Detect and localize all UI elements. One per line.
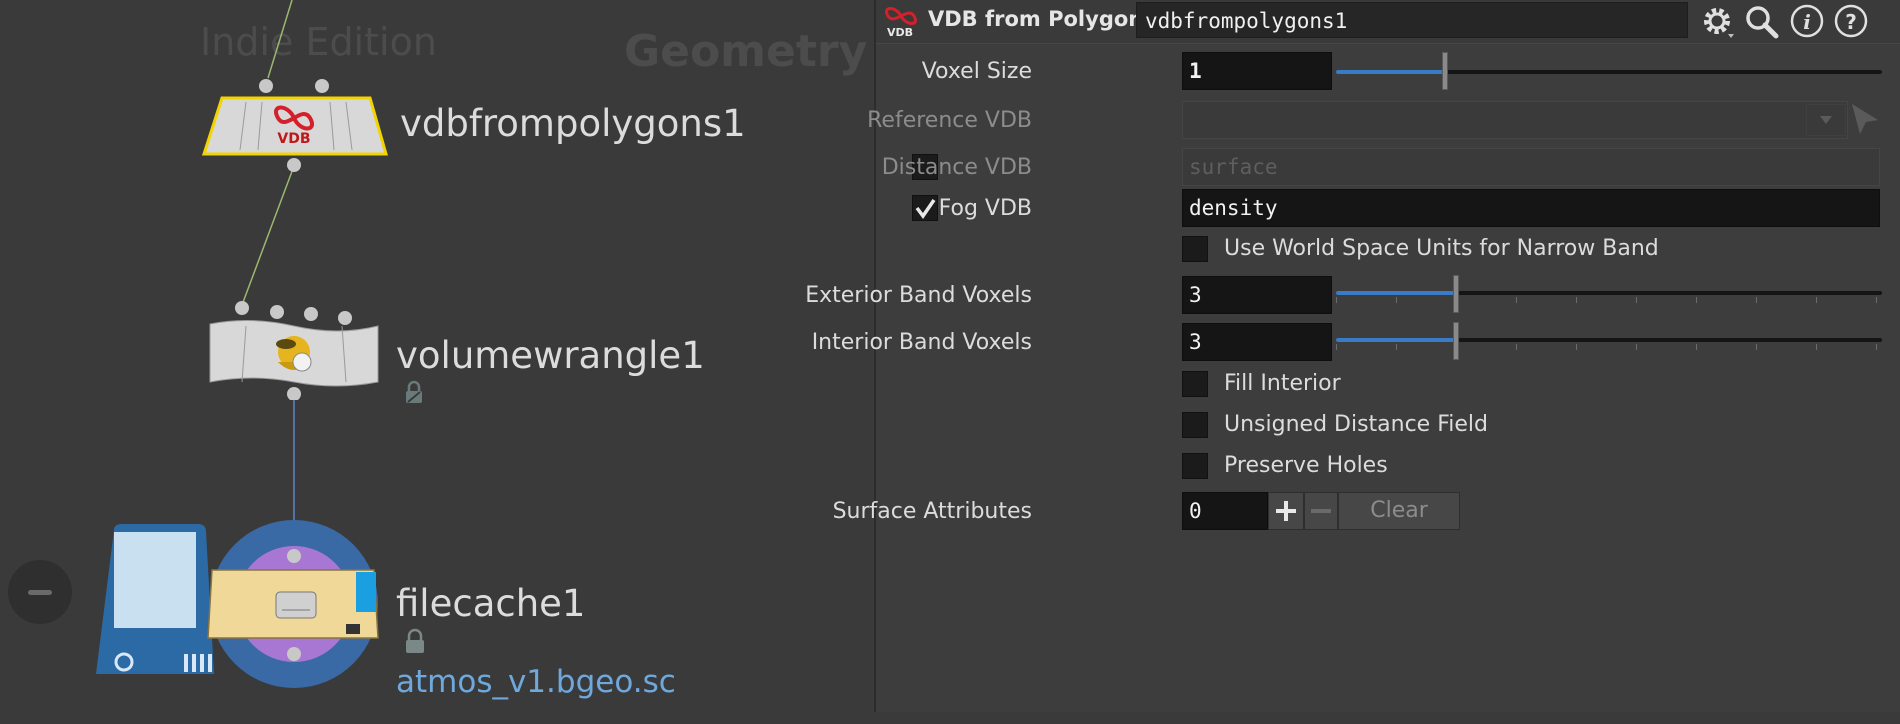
node-label-volumewrangle1: volumewrangle1	[396, 334, 705, 377]
interior-band-slider[interactable]	[1336, 322, 1882, 360]
fog-vdb-label: Fog VDB	[938, 196, 1032, 221]
voxel-size-label: Voxel Size	[921, 59, 1032, 84]
add-attribute-button[interactable]	[1268, 492, 1304, 530]
surface-attributes-label: Surface Attributes	[832, 499, 1032, 524]
file-path-link[interactable]: atmos_v1.bgeo.sc	[396, 664, 676, 700]
fill-interior-label: Fill Interior	[1224, 371, 1341, 396]
input-connector	[259, 79, 273, 93]
world-space-label: Use World Space Units for Narrow Band	[1224, 236, 1659, 261]
fill-interior-checkbox[interactable]	[1182, 371, 1208, 397]
plus-icon	[1276, 501, 1296, 521]
zoom-out-button[interactable]	[8, 560, 72, 624]
distance-vdb-label: Distance VDB	[881, 155, 1032, 180]
reference-vdb-label: Reference VDB	[867, 108, 1032, 133]
input-connector	[315, 79, 329, 93]
interior-band-label: Interior Band Voxels	[811, 330, 1032, 355]
slider-handle	[1442, 52, 1449, 90]
vdb-op-icon: VDB	[885, 7, 917, 39]
exterior-band-label: Exterior Band Voxels	[805, 283, 1032, 308]
preserve-holes-label: Preserve Holes	[1224, 453, 1388, 478]
voxel-size-field[interactable]: 1	[1182, 52, 1332, 90]
gear-icon[interactable]	[1698, 2, 1736, 40]
distance-vdb-field[interactable]: surface	[1182, 148, 1880, 186]
node-name-field[interactable]: vdbfrompolygons1	[1136, 2, 1688, 38]
exterior-band-slider[interactable]	[1336, 275, 1882, 313]
disk-drive-icon	[96, 524, 214, 674]
help-icon[interactable]: ?	[1832, 2, 1870, 40]
checkmark-icon	[915, 199, 936, 219]
node-volumewrangle1[interactable]	[206, 300, 382, 400]
interior-band-field[interactable]: 3	[1182, 323, 1332, 361]
node-chooser-icon[interactable]	[1848, 100, 1882, 138]
svg-text:i: i	[1803, 10, 1811, 34]
search-icon[interactable]	[1742, 2, 1780, 40]
filecache-icon	[275, 591, 317, 619]
reference-vdb-field	[1182, 101, 1848, 139]
clear-button[interactable]: Clear	[1338, 492, 1460, 530]
minus-icon	[1311, 509, 1331, 513]
node-vdbfrompolygons1[interactable]: VDB	[198, 76, 394, 172]
lock-icon[interactable]	[404, 628, 426, 654]
svg-text:VDB: VDB	[887, 26, 913, 39]
output-connector	[287, 647, 301, 661]
exterior-band-field[interactable]: 3	[1182, 276, 1332, 314]
network-editor[interactable]: Indie Edition Geometry VDB vdbfrompolygo…	[0, 0, 874, 724]
world-space-checkbox[interactable]	[1182, 236, 1208, 262]
svg-text:VDB: VDB	[277, 131, 310, 147]
unsigned-distance-label: Unsigned Distance Field	[1224, 412, 1488, 437]
info-icon[interactable]: i	[1788, 2, 1826, 40]
voxel-size-slider[interactable]	[1336, 52, 1882, 90]
svg-text:?: ?	[1845, 10, 1857, 34]
preserve-holes-checkbox[interactable]	[1182, 453, 1208, 479]
unsigned-distance-checkbox[interactable]	[1182, 412, 1208, 438]
fog-vdb-checkbox[interactable]	[912, 195, 938, 221]
slider-handle	[1453, 275, 1460, 313]
slider-handle	[1453, 322, 1460, 360]
node-label-filecache1: filecache1	[396, 582, 586, 625]
node-label-vdbfrompolygons1: vdbfrompolygons1	[400, 102, 746, 145]
parameter-pane: VDB VDB from Polygons vdbfrompolygons1 i…	[805, 0, 1900, 712]
remove-attribute-button[interactable]	[1304, 492, 1338, 530]
operator-type-label: VDB from Polygons	[928, 7, 1156, 31]
node-filecache1[interactable]	[94, 518, 384, 694]
parameter-header: VDB VDB from Polygons vdbfrompolygons1 i…	[876, 0, 1900, 44]
surface-attributes-count[interactable]: 0	[1182, 492, 1268, 530]
fog-vdb-field[interactable]: density	[1182, 189, 1880, 227]
reference-vdb-dropdown	[1806, 104, 1846, 136]
output-connector	[287, 158, 301, 172]
lock-icon[interactable]	[404, 380, 424, 404]
output-connector	[287, 387, 301, 400]
